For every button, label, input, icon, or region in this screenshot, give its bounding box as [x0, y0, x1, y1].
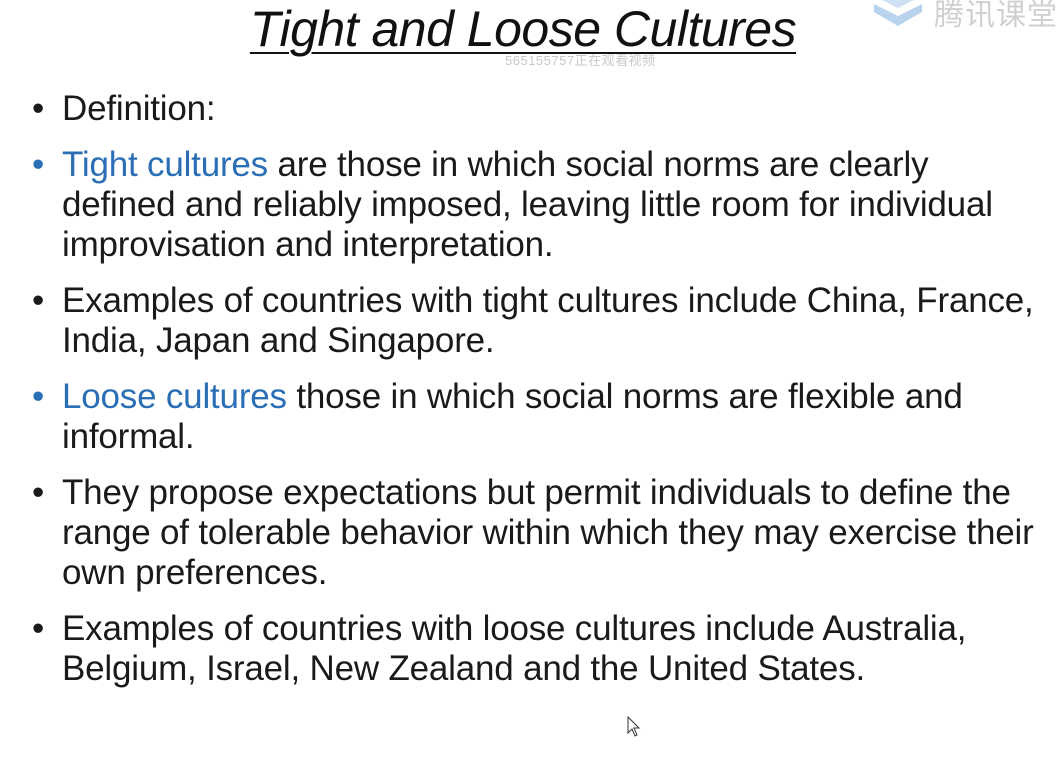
- bullet-highlight: Tight cultures: [62, 145, 268, 184]
- bullet-item: • Definition:: [30, 89, 1045, 129]
- bullet-item: • Tight cultures are those in which soci…: [30, 145, 1045, 265]
- bullet-icon: •: [32, 281, 45, 320]
- bullet-item: • They propose expectations but permit i…: [30, 473, 1045, 593]
- bullet-list: • Definition: • Tight cultures are those…: [30, 89, 1045, 705]
- bullet-item: • Loose cultures those in which social n…: [30, 377, 1045, 457]
- bullet-highlight: Loose cultures: [62, 377, 287, 416]
- slide: Tight and Loose Cultures 565155757正在观看视频…: [0, 0, 1056, 761]
- bullet-icon: •: [32, 473, 45, 512]
- viewer-watermark: 565155757正在观看视频: [505, 53, 656, 68]
- bullet-item: • Examples of countries with tight cultu…: [30, 281, 1045, 361]
- bullet-icon: •: [32, 145, 45, 184]
- bullet-text: Examples of countries with loose culture…: [62, 609, 967, 688]
- bullet-icon: •: [32, 377, 45, 416]
- bullet-text: Definition:: [62, 89, 216, 128]
- logo-text: 腾讯课堂: [934, 0, 1056, 30]
- bullet-icon: •: [32, 609, 45, 648]
- bullet-icon: •: [32, 89, 45, 128]
- bullet-item: • Examples of countries with loose cultu…: [30, 609, 1045, 689]
- mouse-pointer-icon: [627, 715, 641, 743]
- bullet-text: They propose expectations but permit ind…: [62, 473, 1034, 592]
- tencent-classroom-logo-icon: [874, 0, 922, 26]
- tencent-classroom-logo: 腾讯课堂: [868, 0, 1056, 30]
- bullet-text: Examples of countries with tight culture…: [62, 281, 1034, 360]
